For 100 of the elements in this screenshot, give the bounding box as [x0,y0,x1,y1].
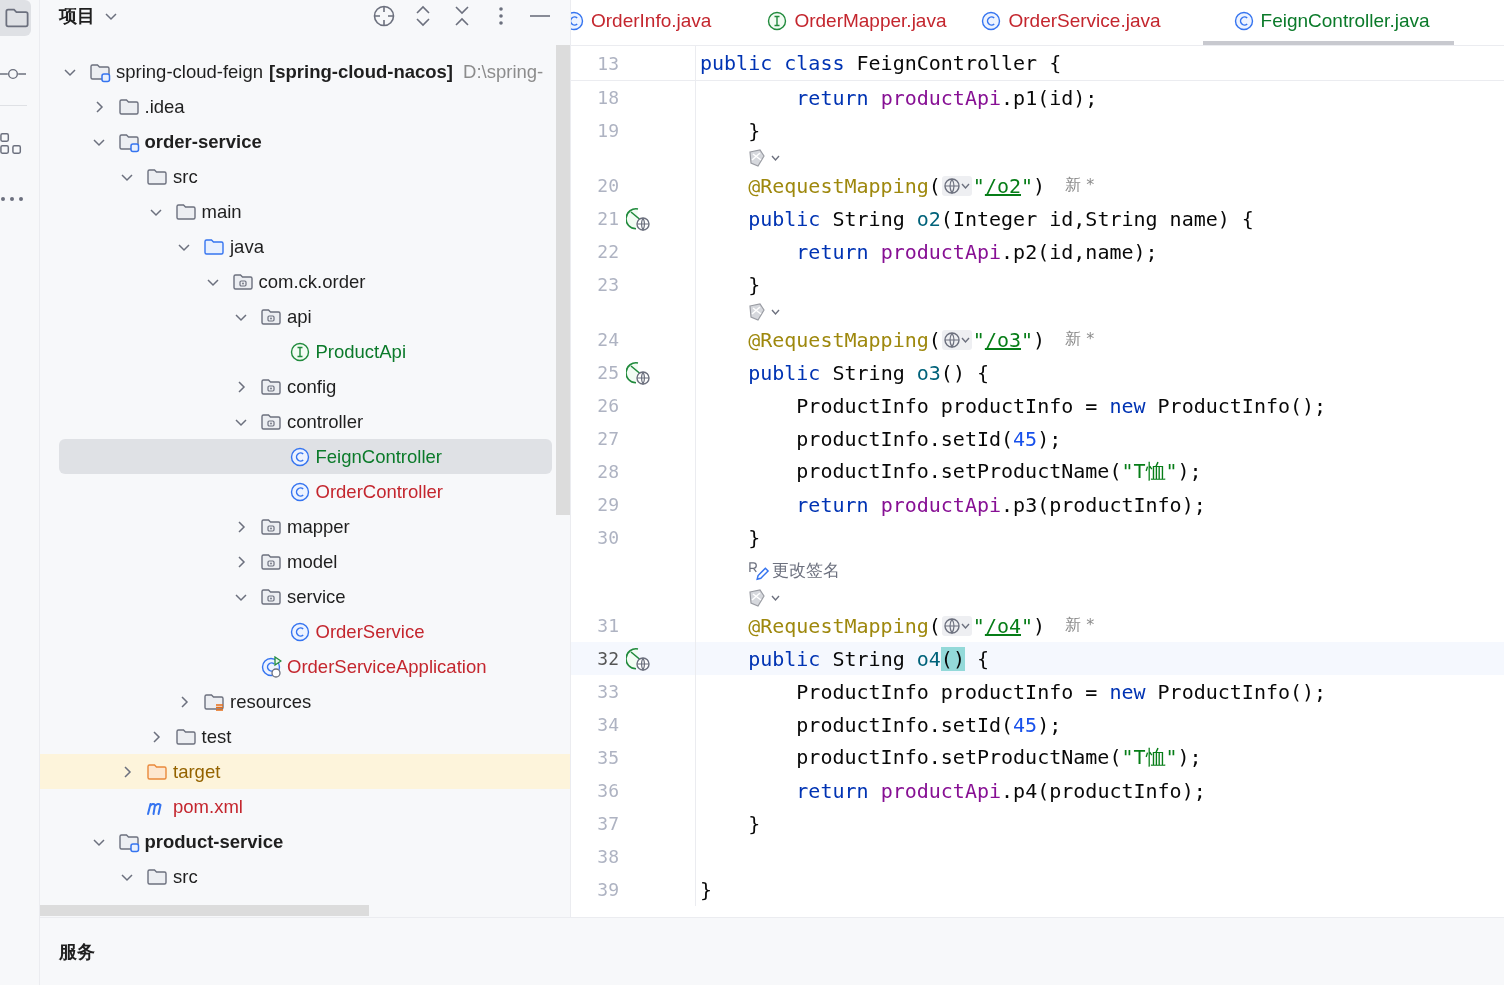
editor-tab[interactable]: FeignController.java [1202,0,1454,45]
code-text: public class FeignController { [700,51,1062,75]
globe-dropdown-icon[interactable] [941,615,972,636]
tree-item[interactable]: ProductApi [59,334,552,369]
globe-dropdown-icon[interactable] [941,329,972,350]
line-number: 37 [596,813,619,834]
tree-item[interactable]: controller [59,404,552,439]
scrollbar[interactable] [556,45,570,515]
tree-item[interactable]: OrderController [59,474,552,509]
tree-item[interactable]: model [59,544,552,579]
tree-item[interactable]: resources [59,684,552,719]
line-number: 27 [596,428,619,449]
class-icon [288,620,311,643]
editor-tab[interactable]: OrderInfo.java [571,0,767,45]
hint-chevron-icon[interactable] [748,588,782,608]
editor-tab[interactable]: OrderService.java [968,0,1183,45]
tree-item[interactable]: order-service [59,124,552,159]
tree-item[interactable]: api [59,299,552,334]
code-text: return productApi.p4(productInfo); [795,778,1206,803]
tree-item[interactable]: service [59,579,552,614]
project-tool-button[interactable] [0,0,31,36]
line-number: 33 [596,681,619,702]
tree-item[interactable]: src [59,159,552,194]
code-text: ProductInfo productInfo = new ProductInfo(); [795,393,1327,418]
line-number: 23 [596,274,619,295]
leaf-globe-icon[interactable] [626,646,650,671]
tree-item[interactable]: pom.xml [59,789,552,824]
tree-item[interactable]: config [59,369,552,404]
tree-item[interactable]: OrderService [59,614,552,649]
code-text: return productApi.p2(id,name); [795,239,1158,264]
interface-icon [766,9,789,32]
leaf-globe-icon[interactable] [626,360,650,385]
editor-tab[interactable]: OrderMapper.java [766,0,969,45]
line-number: 20 [596,175,619,196]
class-icon [288,480,311,503]
code-text: public String o4() { [747,646,990,671]
tree-item[interactable]: FeignController [59,439,552,474]
line-number: 22 [596,241,619,262]
inlay-hint[interactable]: 新 * [1065,615,1095,636]
hint-chevron-icon[interactable] [748,302,782,322]
tree-item[interactable]: target [40,754,570,789]
code-text: "/o2") [972,173,1046,198]
line-number: 36 [596,780,619,801]
code-text: public String o3() { [747,360,989,385]
line-number: 28 [596,461,619,482]
code-text: "/o4") [972,613,1046,638]
more-icon[interactable] [0,196,24,202]
structure-icon[interactable] [0,132,24,156]
tree-item[interactable]: .idea [59,89,552,124]
inlay-hint[interactable]: 新 * [1065,329,1095,350]
rename-hint[interactable]: 更改签名 [772,559,840,582]
leaf-globe-icon[interactable] [626,206,650,231]
hint-chevron-icon[interactable] [748,148,782,168]
panel-title[interactable]: 服务 [59,939,95,964]
locate-icon[interactable] [372,4,396,28]
code-text: @RequestMapping( [747,613,941,638]
line-number: 26 [596,395,619,416]
class-icon [288,445,311,468]
tree-item[interactable]: product-service [59,824,552,859]
line-number: 34 [596,714,619,735]
code-text: @RequestMapping( [747,173,941,198]
globe-dropdown-icon[interactable] [941,175,972,196]
panel-title[interactable]: 项目 [59,4,95,28]
commit-icon[interactable] [0,67,26,81]
line-number: 21 [596,208,619,229]
tree-item[interactable]: src [59,859,552,894]
code-text: } [700,877,713,902]
code-text: } [747,811,761,836]
code-text: @RequestMapping( [747,327,941,352]
tree-item[interactable]: test [59,719,552,754]
line-number: 13 [596,52,619,74]
code-text: "/o3") [972,327,1046,352]
tree-item[interactable]: main [59,194,552,229]
code-text: productInfo.setId(45); [795,426,1062,451]
class-icon [980,9,1003,32]
code-text: productInfo.setProductName("T恤"); [795,458,1202,485]
code-text: return productApi.p3(productInfo); [795,492,1206,517]
scrollbar[interactable] [40,905,369,916]
line-number: 30 [596,527,619,548]
line-number: 25 [596,362,619,383]
line-number: 19 [596,120,619,141]
line-number: 18 [596,87,619,108]
line-number: 24 [596,329,619,350]
class-icon [1232,9,1255,32]
line-number: 39 [596,879,619,900]
code-text: } [747,272,761,297]
code-text: return productApi.p1(id); [795,85,1098,110]
line-number: 29 [596,494,619,515]
code-text: public String o2(Integer id,String name) { [747,206,1254,231]
interface-icon [288,340,311,363]
code-text: productInfo.setProductName("T恤"); [795,744,1202,771]
rename-icon[interactable] [748,560,770,581]
tree-item[interactable]: com.ck.order [59,264,552,299]
code-text: } [747,118,761,143]
inlay-hint[interactable]: 新 * [1065,175,1095,196]
tree-item[interactable]: OrderServiceApplication [59,649,552,684]
tree-item[interactable]: spring-cloud-feign [spring-cloud-nacos] D:\spring- [59,54,552,89]
tree-item[interactable]: mapper [59,509,552,544]
tree-item[interactable]: java [59,229,552,264]
line-number: 35 [596,747,619,768]
